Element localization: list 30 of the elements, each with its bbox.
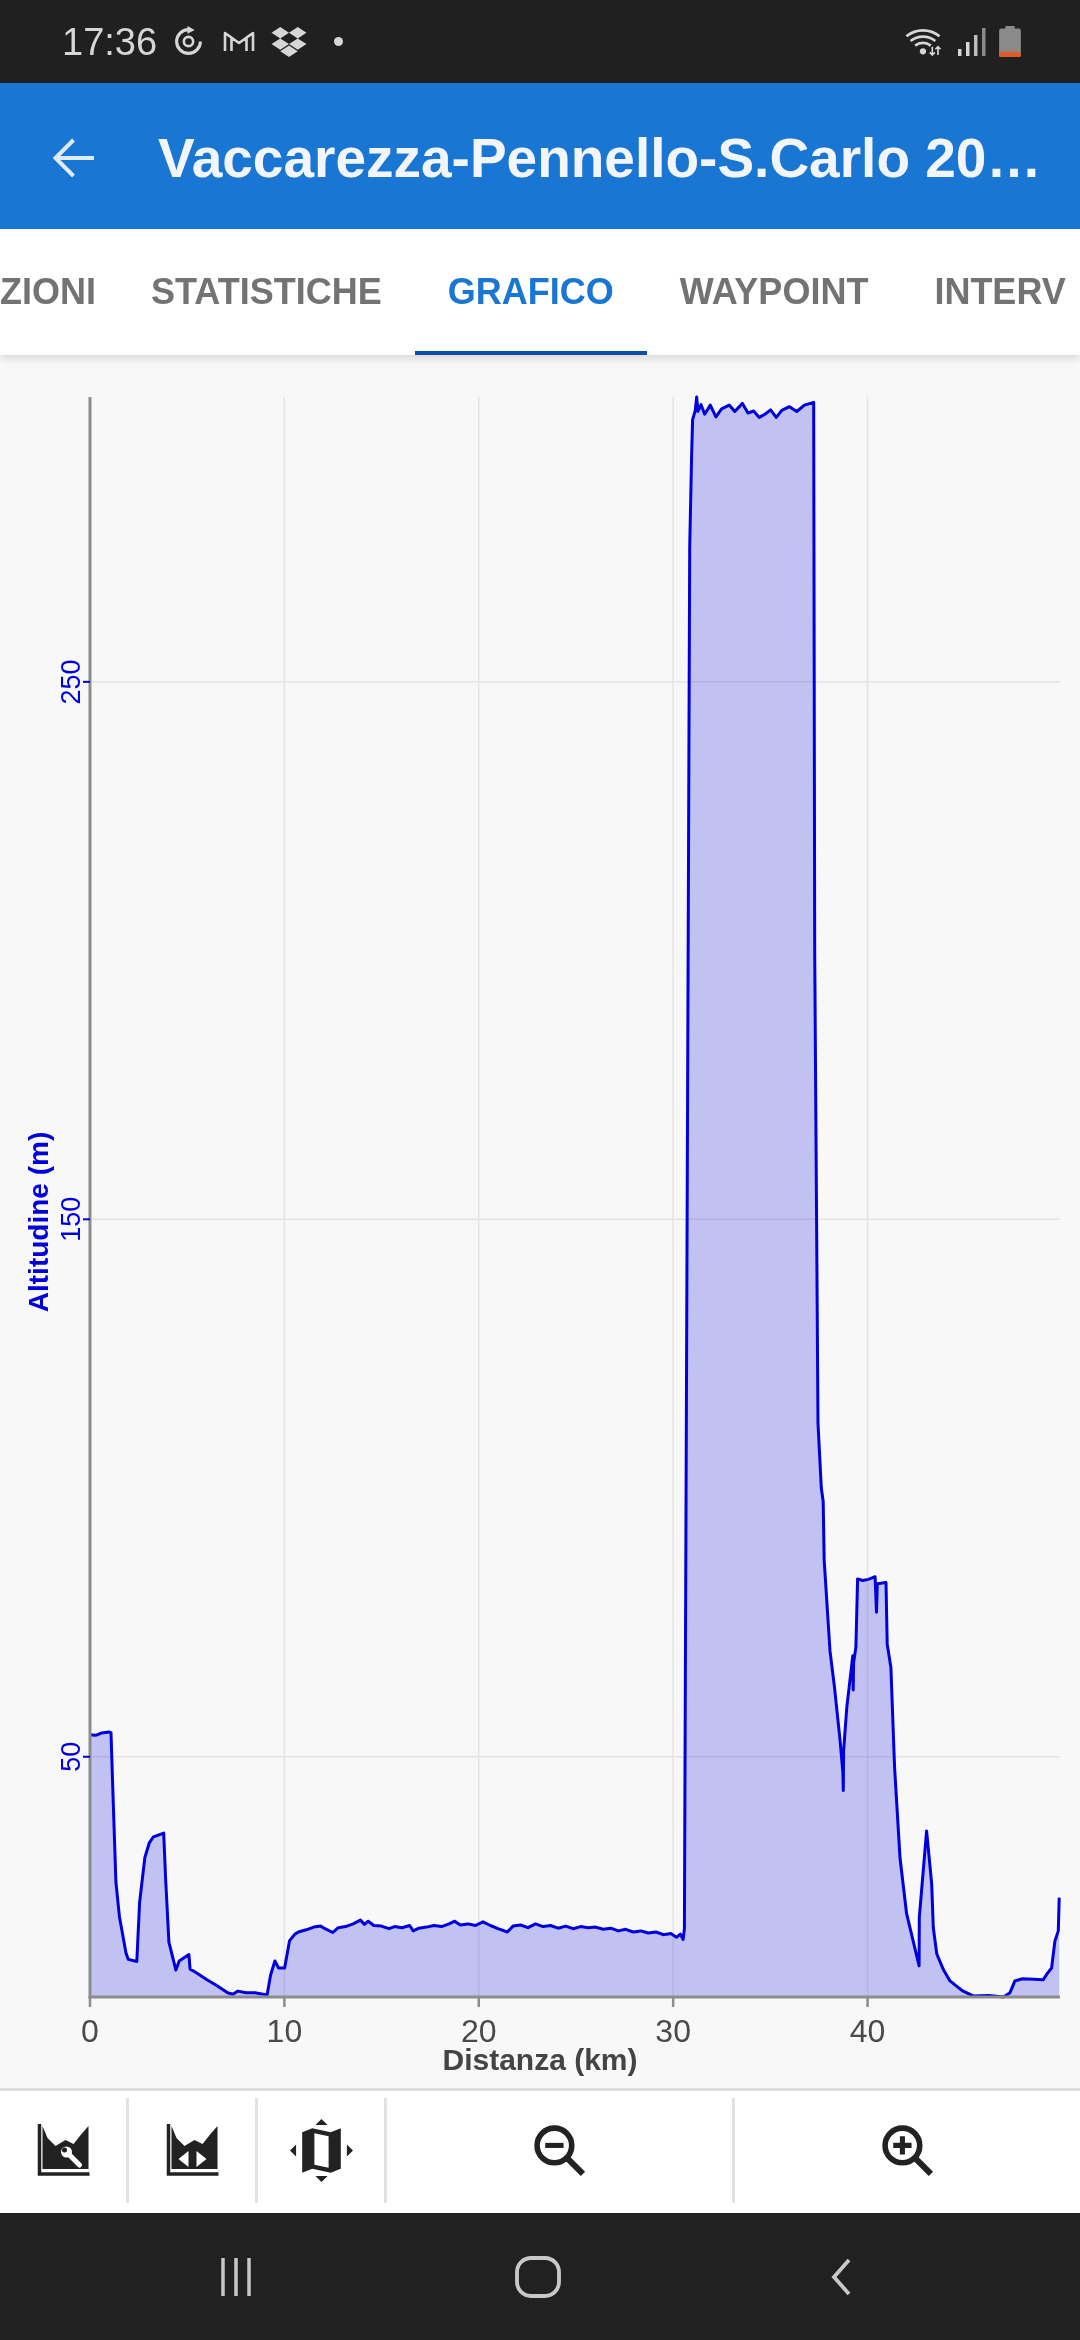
mountain-wrench-icon bbox=[36, 2124, 90, 2176]
battery-icon bbox=[999, 26, 1021, 57]
zoom-out-icon bbox=[533, 2123, 586, 2177]
circular-arrow-icon bbox=[173, 26, 205, 57]
x-tick-label: 0 bbox=[81, 2013, 99, 2049]
tab[interactable]: WAYPOINT bbox=[646, 229, 902, 355]
mail-icon bbox=[223, 30, 256, 53]
screen-title: Vaccarezza-Pennello-S.Carlo 20… bbox=[158, 130, 1042, 186]
y-tick-label: 50 bbox=[56, 1741, 86, 1772]
chevron-left-icon bbox=[831, 2257, 851, 2296]
tab[interactable]: ZIONI bbox=[0, 229, 118, 355]
mountain-arrows-icon bbox=[165, 2124, 219, 2176]
tab[interactable]: INTERV bbox=[901, 229, 1066, 355]
rounded-square-icon bbox=[515, 2255, 561, 2298]
wifi-icon bbox=[905, 27, 943, 56]
x-tick-label: 40 bbox=[849, 2013, 886, 2049]
x-tick-label: 30 bbox=[655, 2013, 691, 2049]
tab[interactable]: STATISTICHE bbox=[118, 229, 415, 355]
status-time: 17:36 bbox=[62, 22, 158, 61]
map-arrows-icon bbox=[289, 2118, 353, 2182]
diamond-cluster-icon bbox=[271, 26, 308, 57]
x-tick-label: 10 bbox=[266, 2013, 303, 2049]
dot-icon bbox=[334, 37, 344, 46]
signal-icon bbox=[958, 27, 986, 56]
y-tick-label: 150 bbox=[56, 1196, 86, 1242]
back-arrow-icon bbox=[51, 137, 95, 179]
zoom-in-icon bbox=[881, 2123, 934, 2177]
y-tick-label: 250 bbox=[56, 659, 86, 705]
three-bars-icon bbox=[221, 2257, 251, 2296]
y-axis-title: Altitudine (m) bbox=[23, 1131, 54, 1313]
